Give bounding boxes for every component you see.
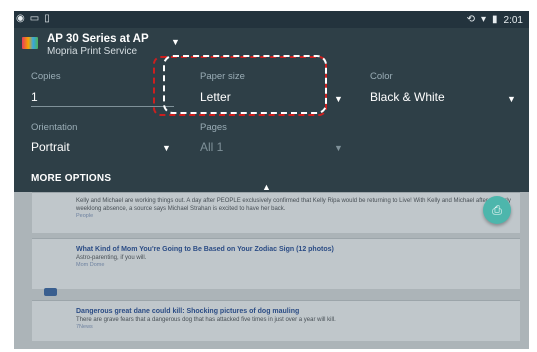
printer-selector[interactable]: AP 30 Series at AP Mopria Print Service xyxy=(22,33,149,61)
article-desc: Astro-parenting, if you will. xyxy=(76,255,147,261)
list-item: Kelly and Michael are working things out… xyxy=(32,192,520,233)
printer-dropdown-icon[interactable]: ▼ xyxy=(171,37,180,47)
paper-size-highlight-white xyxy=(163,55,327,114)
pages-dropdown-icon[interactable]: ▼ xyxy=(334,143,343,153)
printer-name: AP 30 Series at AP xyxy=(47,33,149,45)
sync-icon: ⟲ xyxy=(466,14,475,25)
article-source: Mom Dome xyxy=(76,262,105,268)
copies-label: Copies xyxy=(31,71,61,82)
list-item: Dangerous great dane could kill: Shockin… xyxy=(32,300,520,341)
collapse-chevron-icon[interactable]: ▲ xyxy=(262,182,271,192)
screenshot-frame: ◉ ▭ ▯ ⟲ ▾ ▮ 2:01 AP 30 Series at AP Mopr… xyxy=(0,0,537,352)
orientation-dropdown-icon[interactable]: ▼ xyxy=(162,143,171,153)
paper-size-dropdown-icon[interactable]: ▼ xyxy=(334,94,343,104)
color-dropdown-icon[interactable]: ▼ xyxy=(507,94,516,104)
article-desc: There are grave fears that a dangerous d… xyxy=(76,317,336,323)
color-select[interactable]: Black & White xyxy=(370,90,445,104)
color-label: Color xyxy=(370,71,393,82)
wifi-icon: ▾ xyxy=(480,14,487,25)
more-options-button[interactable]: MORE OPTIONS xyxy=(31,173,111,184)
orientation-label: Orientation xyxy=(31,122,78,133)
printer-icon: ⎙ xyxy=(492,203,502,217)
status-time: 2:01 xyxy=(503,14,523,26)
battery-icon: ▮ xyxy=(492,14,498,25)
download-icon: ▯ xyxy=(44,13,50,24)
pages-label: Pages xyxy=(200,122,227,133)
list-item: What Kind of Mom You're Going to Be Base… xyxy=(32,238,520,289)
sim-icon: ▭ xyxy=(29,13,40,24)
print-button[interactable]: ⎙ xyxy=(483,196,511,224)
notification-icon: ◉ xyxy=(16,13,25,24)
status-bar: ◉ ▭ ▯ ⟲ ▾ ▮ 2:01 xyxy=(14,11,529,28)
printer-icon xyxy=(22,37,38,49)
orientation-select[interactable]: Portrait xyxy=(31,140,70,154)
printer-service: Mopria Print Service xyxy=(47,46,138,57)
print-preview: Kelly and Michael are working things out… xyxy=(14,192,529,349)
article-source: People xyxy=(76,213,94,219)
article-title: Dangerous great dane could kill: Shockin… xyxy=(76,308,300,315)
article-desc: Kelly and Michael are working things out… xyxy=(76,198,511,212)
article-title: What Kind of Mom You're Going to Be Base… xyxy=(76,246,334,253)
article-source: 7News xyxy=(76,324,93,330)
copies-input[interactable]: 1 xyxy=(31,90,38,104)
pages-select[interactable]: All 1 xyxy=(200,140,223,154)
article-thumbnail-icon xyxy=(44,288,57,296)
